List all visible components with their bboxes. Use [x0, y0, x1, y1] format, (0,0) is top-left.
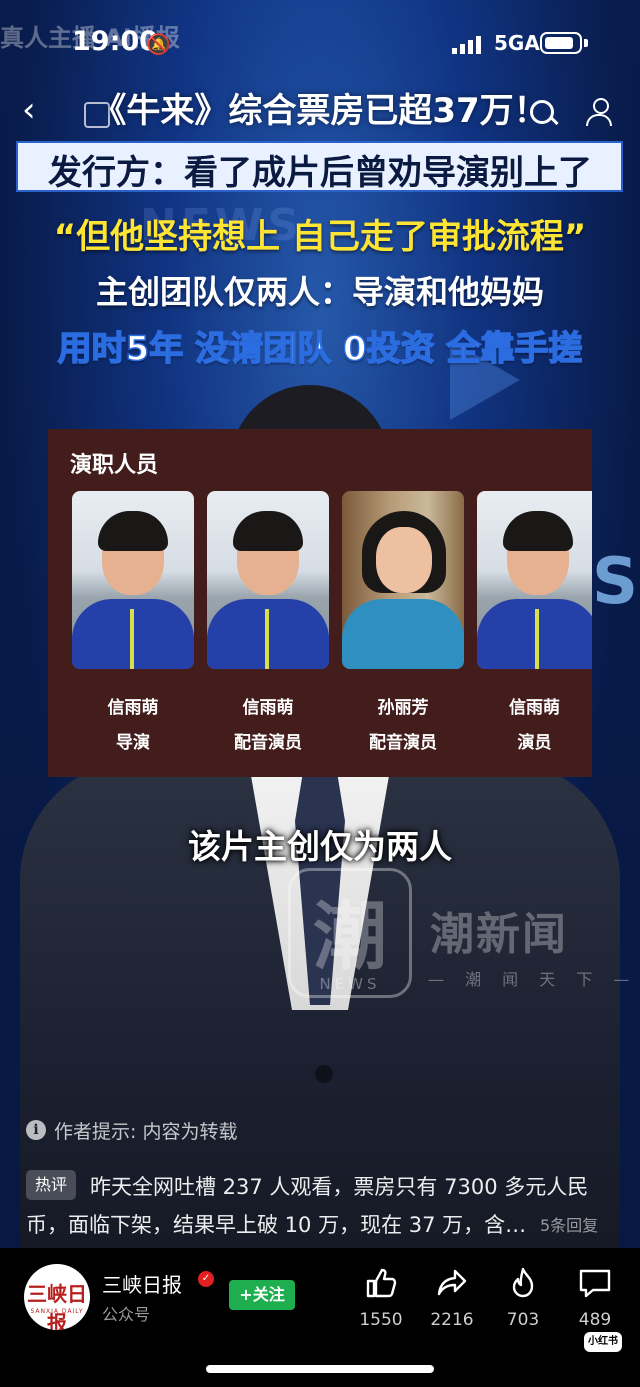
cast-photo — [477, 491, 592, 669]
hot-comment-badge: 热评 — [26, 1170, 76, 1200]
cast-role: 配音演员 — [369, 733, 437, 753]
home-indicator[interactable] — [206, 1365, 434, 1373]
publisher-type: 公众号 — [102, 1305, 151, 1324]
hot-comment-text-line-1[interactable]: 昨天全网吐槽 237 人观看，票房只有 7300 多元人民 — [90, 1171, 588, 1201]
cast-card: 孙丽芳 配音演员 — [342, 491, 464, 753]
like-button[interactable]: 1550 — [351, 1266, 411, 1330]
heat-count: 703 — [506, 1310, 540, 1330]
heat-button[interactable]: 703 — [493, 1266, 553, 1330]
video-subtitle: 该片主创仅为两人 — [188, 827, 452, 866]
signal-strength-icon — [452, 34, 486, 54]
share-button[interactable]: 2216 — [422, 1266, 482, 1330]
comment-button[interactable]: 489 — [565, 1266, 625, 1330]
reply-count-link[interactable]: 5条回复 — [540, 1212, 598, 1236]
background-side-letter: S — [592, 545, 639, 619]
share-arrow-icon — [437, 1269, 467, 1296]
mute-bell-icon: 🔕 — [146, 32, 171, 56]
watermark-logo-sub: NEWS — [319, 975, 381, 993]
watermark-logo-char: 潮 — [313, 894, 387, 980]
battery-icon — [540, 32, 582, 54]
headline-line-2: 发行方：看了成片后曾劝导演别上了 — [48, 153, 592, 193]
network-type: 5GA — [494, 31, 540, 55]
headline-line-1: 《牛来》综合票房已超37万！ — [92, 91, 548, 131]
like-count: 1550 — [359, 1310, 403, 1330]
info-icon: i — [26, 1120, 46, 1140]
cast-photo — [342, 491, 464, 669]
thumbs-up-icon — [366, 1268, 397, 1298]
cast-name: 信雨萌 — [509, 698, 560, 718]
cast-role: 导演 — [116, 733, 150, 753]
watermark-name: 潮新闻 — [430, 909, 568, 960]
cast-name: 信雨萌 — [242, 698, 294, 718]
publisher-logo-text: 三峡日报 — [27, 1282, 87, 1330]
comment-count: 489 — [578, 1310, 612, 1330]
cast-photo — [207, 491, 329, 669]
hot-comment-text-line-2[interactable]: 币，面临下架，结果早上破 10 万，现在 37 万，含… — [26, 1209, 526, 1239]
cast-name: 孙丽芳 — [377, 698, 429, 718]
status-bar: 真人主播 AI播报 19:00 🔕 5GA — [0, 0, 640, 88]
cast-card: 信雨萌 导演 — [72, 491, 194, 753]
cast-card: 信雨萌 配音演员 — [207, 491, 329, 753]
cast-role: 配音演员 — [234, 733, 302, 753]
cast-name: 信雨萌 — [107, 698, 159, 718]
comment-bubble-icon — [579, 1269, 611, 1298]
cast-card: 信雨萌 演员 — [477, 491, 592, 753]
publisher-avatar[interactable]: 三峡日报 SANXIA DAILY — [24, 1264, 90, 1330]
watermark-logo: 潮 NEWS — [288, 868, 412, 998]
flame-icon — [512, 1267, 534, 1298]
cast-panel: 演职人员 信雨萌 导演 信雨萌 配音演员 孙丽芳 配音演员 信雨萌 演员 — [48, 429, 592, 777]
bottom-action-bar: 三峡日报 SANXIA DAILY 三峡日报 ✓ 公众号 +关注 1550 22… — [0, 1248, 640, 1387]
author-notice-text: 作者提示: 内容为转载 — [54, 1120, 238, 1143]
headline-line-4: 主创团队仅两人：导演和他妈妈 — [95, 273, 544, 311]
watermark-slogan: — 潮 闻 天 下 — — [428, 970, 638, 989]
cast-panel-title: 演职人员 — [70, 453, 159, 478]
app-watermark-badge: 小红书 — [584, 1332, 622, 1352]
anchor-suit-button — [315, 1065, 333, 1083]
headline-line-5: 用时5年 没请团队 0投资 全靠手搓 — [57, 328, 583, 370]
verified-badge-icon: ✓ — [198, 1271, 214, 1287]
follow-button[interactable]: +关注 — [229, 1280, 295, 1310]
cast-role: 演员 — [517, 733, 552, 753]
cast-photo — [72, 491, 194, 669]
publisher-name[interactable]: 三峡日报 — [102, 1269, 182, 1298]
headline-line-3: “但他坚持想上 自己走了审批流程” — [53, 217, 587, 257]
publisher-logo-sub: SANXIA DAILY — [30, 1308, 84, 1315]
share-count: 2216 — [430, 1310, 474, 1330]
battery-tip — [584, 39, 588, 47]
author-notice: i 作者提示: 内容为转载 — [26, 1117, 237, 1143]
